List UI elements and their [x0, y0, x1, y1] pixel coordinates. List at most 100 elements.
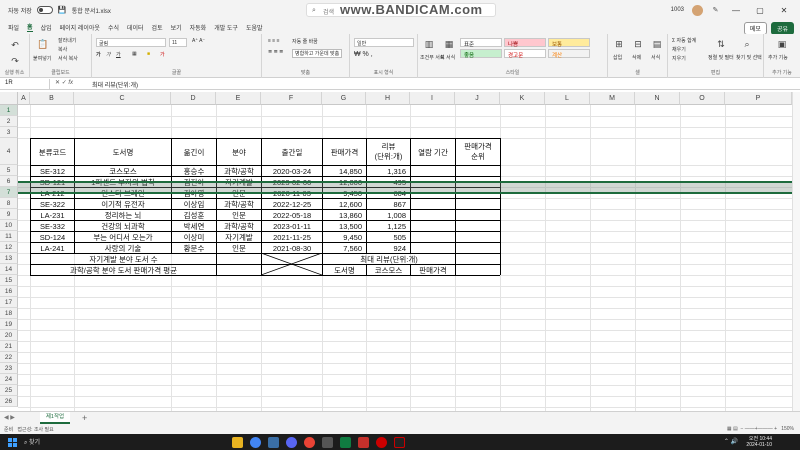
- store-icon[interactable]: [268, 437, 279, 448]
- font-name-select[interactable]: 굴림: [96, 38, 166, 47]
- paste-button[interactable]: 붙여넣기: [33, 55, 51, 62]
- cell-c10[interactable]: 건강의 뇌과학: [75, 221, 171, 231]
- row-header-22[interactable]: 22: [0, 352, 18, 363]
- cell-f12[interactable]: 2021-08-30: [262, 243, 322, 253]
- cell-b9[interactable]: LA-231: [31, 210, 74, 220]
- tab-developer[interactable]: 개발 도구: [214, 23, 238, 32]
- discord-icon[interactable]: [286, 437, 297, 448]
- row-header-24[interactable]: 24: [0, 374, 18, 385]
- tab-page-layout[interactable]: 페이지 레이아웃: [60, 23, 100, 32]
- cell-c11[interactable]: 부는 어디서 오는가: [75, 232, 171, 242]
- taskbar-clock[interactable]: 오전 10:44 2024-01-10: [746, 436, 772, 448]
- cell-f10[interactable]: 2023-01-11: [262, 221, 322, 231]
- style-good[interactable]: 좋음: [460, 49, 502, 59]
- tab-file[interactable]: 파일: [8, 23, 19, 32]
- cell-d10[interactable]: 박세연: [172, 221, 216, 231]
- cell-b8[interactable]: SE-322: [31, 199, 74, 209]
- cell-f8[interactable]: 2022-12-25: [262, 199, 322, 209]
- header-title[interactable]: 도서명: [75, 139, 171, 165]
- row-header-9[interactable]: 9: [0, 209, 18, 220]
- grow-font-icon[interactable]: A⁺ A⁻: [192, 38, 205, 44]
- bandicam-icon[interactable]: [358, 437, 369, 448]
- name-box[interactable]: 1R: [2, 79, 50, 89]
- header-review[interactable]: 리뷰 (단위:개): [367, 139, 410, 165]
- cell-d8[interactable]: 이상임: [172, 199, 216, 209]
- fx-icon[interactable]: ✕ ✓ fx: [55, 79, 73, 86]
- autosave-toggle[interactable]: [36, 6, 53, 14]
- style-neutral[interactable]: 보통: [548, 38, 590, 48]
- tab-insert[interactable]: 삽입: [41, 23, 52, 32]
- addins-button[interactable]: 추가 기능: [768, 54, 788, 61]
- cell-h5[interactable]: 1,316: [367, 166, 410, 176]
- table-format-button[interactable]: 표 서식: [440, 54, 455, 61]
- view-layout-icon[interactable]: ▤: [733, 426, 738, 432]
- sheet-nav-arrows-icon[interactable]: ◀ ▶: [4, 414, 15, 421]
- row-header-6[interactable]: 6: [0, 176, 18, 187]
- row-header-17[interactable]: 17: [0, 297, 18, 308]
- save-icon[interactable]: 💾: [58, 6, 67, 15]
- align-top-icon[interactable]: ≡ ≡ ≡: [268, 38, 280, 44]
- row-header-1[interactable]: 1: [0, 105, 18, 116]
- cell-g9[interactable]: 13,860: [323, 210, 366, 220]
- view-normal-icon[interactable]: ▦: [727, 426, 732, 432]
- column-header-g[interactable]: G: [322, 92, 366, 105]
- row-header-11[interactable]: 11: [0, 231, 18, 242]
- row-header-20[interactable]: 20: [0, 330, 18, 341]
- redo-icon[interactable]: ↷: [6, 53, 24, 69]
- row-header-16[interactable]: 16: [0, 286, 18, 297]
- taskbar-search[interactable]: ⌕ 찾기: [24, 437, 40, 447]
- cell-b10[interactable]: SE-332: [31, 221, 74, 231]
- column-header-l[interactable]: L: [545, 92, 590, 105]
- row-header-25[interactable]: 25: [0, 385, 18, 396]
- merge-center-button[interactable]: 병합하고 가운데 맞춤: [292, 49, 343, 58]
- format-cells-icon[interactable]: ▤: [648, 36, 666, 52]
- align-left-icon[interactable]: ≣ ≣ ≣: [268, 49, 283, 55]
- header-translator[interactable]: 옮긴이: [172, 139, 216, 165]
- table-format-icon[interactable]: ▦: [440, 36, 458, 52]
- formula-input[interactable]: 최대 리뷰(단위:개): [92, 80, 138, 89]
- cell-g5[interactable]: 14,850: [323, 166, 366, 176]
- bold-icon[interactable]: 가: [96, 51, 101, 58]
- record-icon[interactable]: [376, 437, 387, 448]
- cell-d12[interactable]: 황문수: [172, 243, 216, 253]
- recorder-icon[interactable]: [394, 437, 405, 448]
- cell-h11[interactable]: 505: [367, 232, 410, 242]
- copy-button[interactable]: 복사: [58, 46, 67, 53]
- browser-icon[interactable]: [304, 437, 315, 448]
- cell-e11[interactable]: 자기계발: [217, 232, 261, 242]
- cell-g11[interactable]: 9,450: [323, 232, 366, 242]
- accessibility-status[interactable]: 접근성: 조사 필요: [17, 427, 53, 433]
- delete-cells-button[interactable]: 삭제: [632, 54, 641, 61]
- cell-e12[interactable]: 인문: [217, 243, 261, 253]
- cell-b12[interactable]: LA-241: [31, 243, 74, 253]
- cell-h9[interactable]: 1,008: [367, 210, 410, 220]
- tab-view[interactable]: 보기: [171, 23, 182, 32]
- style-bad[interactable]: 나쁨: [504, 38, 546, 48]
- row-header-2[interactable]: 2: [0, 116, 18, 127]
- row-header-7[interactable]: 7: [0, 187, 18, 198]
- row-header-18[interactable]: 18: [0, 308, 18, 319]
- pen-icon[interactable]: ✎: [711, 6, 720, 15]
- format-painter-button[interactable]: 서식 복사: [58, 55, 78, 62]
- lookup-book-label[interactable]: 도서명: [323, 265, 366, 275]
- header-rank[interactable]: 판매가격 순위: [456, 139, 500, 165]
- cell-f9[interactable]: 2022-05-18: [262, 210, 322, 220]
- column-header-c[interactable]: C: [74, 92, 171, 105]
- column-header-b[interactable]: B: [30, 92, 74, 105]
- avatar[interactable]: [692, 4, 703, 16]
- max-review-label[interactable]: 최대 리뷰(단위:개): [323, 254, 455, 264]
- column-header-f[interactable]: F: [261, 92, 322, 105]
- column-header-n[interactable]: N: [635, 92, 680, 105]
- delete-cells-icon[interactable]: ⊟: [629, 36, 647, 52]
- number-format-select[interactable]: 일반: [354, 38, 414, 47]
- app-icon[interactable]: [322, 437, 333, 448]
- column-header-d[interactable]: D: [171, 92, 216, 105]
- chrome-icon[interactable]: [250, 437, 261, 448]
- cell-d9[interactable]: 김성훈: [172, 210, 216, 220]
- row-header-4[interactable]: 4: [0, 138, 18, 165]
- tab-review[interactable]: 검토: [152, 23, 163, 32]
- cell-c8[interactable]: 이기적 유전자: [75, 199, 171, 209]
- cut-button[interactable]: 잘라내기: [58, 37, 76, 44]
- close-button[interactable]: ✕: [776, 6, 792, 15]
- autosum-button[interactable]: Σ 자동 합계: [672, 37, 696, 44]
